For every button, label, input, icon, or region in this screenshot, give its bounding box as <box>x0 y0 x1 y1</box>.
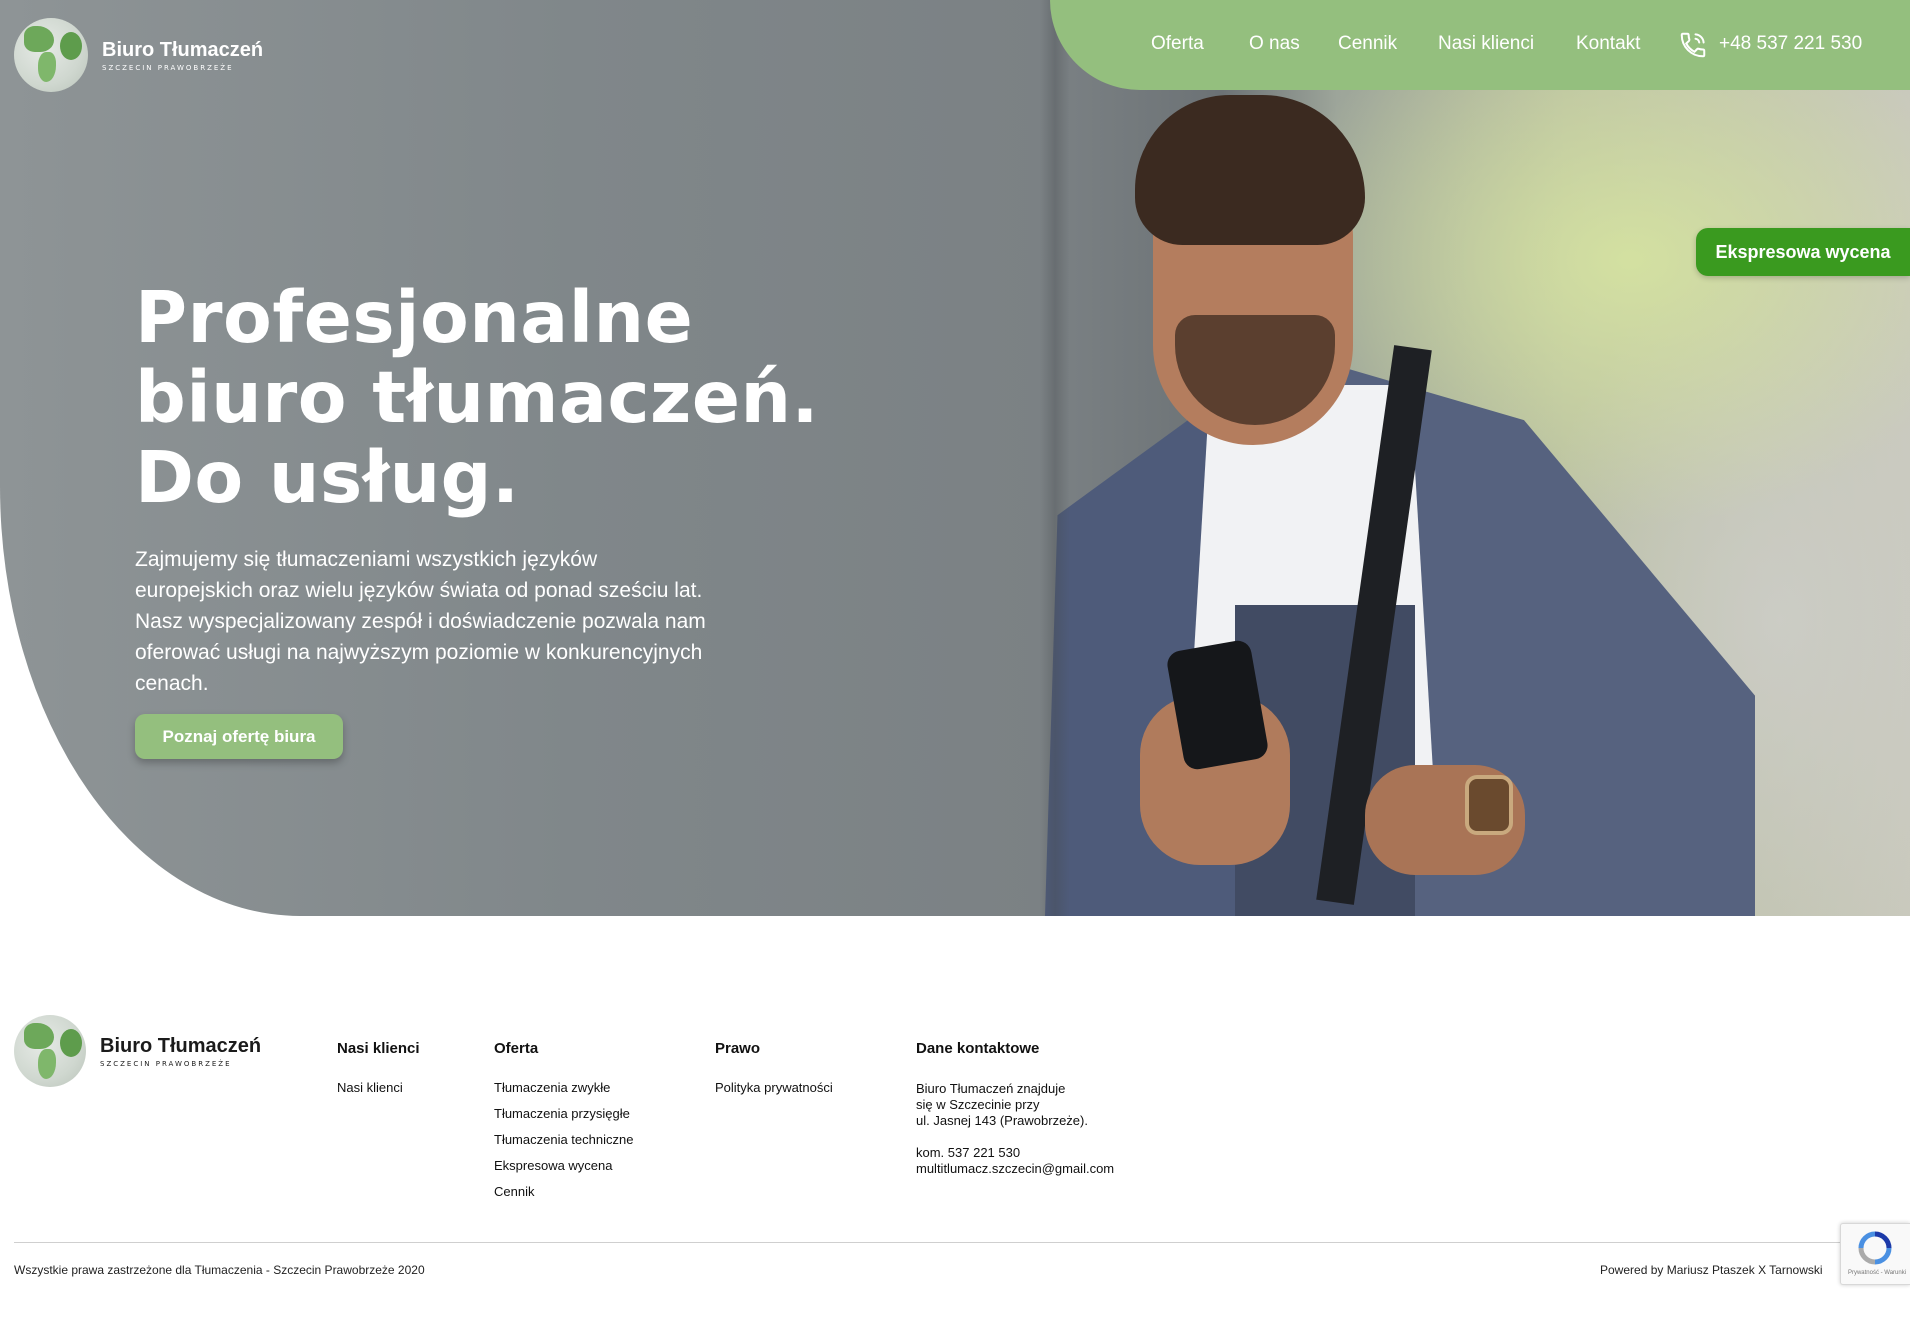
powered-by-text[interactable]: Powered by Mariusz Ptaszek X Tarnowski <box>1600 1263 1823 1277</box>
footer-col-contact: Dane kontaktowe Biuro Tłumaczeń znajduje… <box>916 1040 1114 1177</box>
footer-email[interactable]: multitlumacz.szczecin@gmail.com <box>916 1161 1114 1177</box>
header-logo[interactable]: Biuro Tłumaczeń SZCZECIN PRAWOBRZEŻE <box>14 18 263 92</box>
footer-heading-offer: Oferta <box>494 1040 539 1057</box>
hero-title: Profesjonalne biuro tłumaczeń. Do usług. <box>135 278 935 518</box>
recaptcha-badge[interactable]: Prywatność - Warunki <box>1840 1223 1910 1285</box>
footer-link-regular-translations[interactable]: Tłumaczenia zwykłe <box>494 1075 633 1101</box>
footer-address-line: ul. Jasnej 143 (Prawobrzeże). <box>916 1113 1088 1128</box>
hero-title-line-2: biuro tłumaczeń. <box>135 356 820 439</box>
footer-heading-contact: Dane kontaktowe <box>916 1040 1040 1057</box>
express-quote-button[interactable]: Ekspresowa wycena <box>1696 228 1910 276</box>
offer-cta-button[interactable]: Poznaj ofertę biura <box>135 714 343 759</box>
footer-phone: kom. 537 221 530 <box>916 1145 1021 1160</box>
footer-address-line: się w Szczecinie przy <box>916 1097 1040 1112</box>
footer-logo[interactable]: Biuro Tłumaczeń SZCZECIN PRAWOBRZEŻE <box>14 1015 261 1087</box>
recaptcha-icon <box>1858 1231 1892 1265</box>
nav-item-oferta[interactable]: Oferta <box>1151 33 1204 55</box>
footer-heading-law: Prawo <box>715 1040 761 1057</box>
hero-section: Profesjonalne biuro tłumaczeń. Do usług.… <box>0 0 1910 916</box>
hero-title-line-3: Do usług. <box>135 436 520 519</box>
hero-title-line-1: Profesjonalne <box>135 276 694 359</box>
globe-logo-icon <box>14 1015 86 1087</box>
footer-link-sworn-translations[interactable]: Tłumaczenia przysięgłe <box>494 1101 633 1127</box>
nav-item-kontakt[interactable]: Kontakt <box>1576 33 1640 55</box>
footer-link-privacy-policy[interactable]: Polityka prywatności <box>715 1075 833 1101</box>
footer-address-line: Biuro Tłumaczeń znajduje <box>916 1081 1066 1096</box>
logo-subtitle: SZCZECIN PRAWOBRZEŻE <box>102 63 234 72</box>
nav-phone-link[interactable]: +48 537 221 530 <box>1719 33 1862 55</box>
recaptcha-terms[interactable]: Prywatność - Warunki <box>1845 1270 1909 1276</box>
nav-item-o-nas[interactable]: O nas <box>1249 33 1300 55</box>
phone-icon <box>1680 32 1706 58</box>
footer-logo-subtitle: SZCZECIN PRAWOBRZEŻE <box>100 1059 232 1068</box>
logo-title: Biuro Tłumaczeń <box>102 38 264 61</box>
footer-col-law: Prawo Polityka prywatności <box>715 1040 833 1101</box>
footer-link-technical-translations[interactable]: Tłumaczenia techniczne <box>494 1127 633 1153</box>
footer-heading-clients: Nasi klienci <box>337 1040 420 1057</box>
footer-link-express-quote[interactable]: Ekspresowa wycena <box>494 1153 633 1179</box>
hero-description: Zajmujemy się tłumaczeniami wszystkich j… <box>135 548 706 695</box>
footer-logo-title: Biuro Tłumaczeń <box>100 1034 262 1057</box>
footer-col-clients: Nasi klienci Nasi klienci <box>337 1040 420 1101</box>
footer-link-clients[interactable]: Nasi klienci <box>337 1075 420 1101</box>
hero-photo-man-with-phone <box>1035 85 1755 916</box>
copyright-text: Wszystkie prawa zastrzeżone dla Tłumacze… <box>14 1263 425 1277</box>
footer-col-offer: Oferta Tłumaczenia zwykłe Tłumaczenia pr… <box>494 1040 633 1205</box>
page: Profesjonalne biuro tłumaczeń. Do usług.… <box>0 0 1910 1325</box>
globe-logo-icon <box>14 18 88 92</box>
nav-item-cennik[interactable]: Cennik <box>1338 33 1397 55</box>
footer-link-pricing[interactable]: Cennik <box>494 1179 633 1205</box>
nav-item-nasi-klienci[interactable]: Nasi klienci <box>1438 33 1534 55</box>
footer-divider <box>14 1242 1910 1243</box>
